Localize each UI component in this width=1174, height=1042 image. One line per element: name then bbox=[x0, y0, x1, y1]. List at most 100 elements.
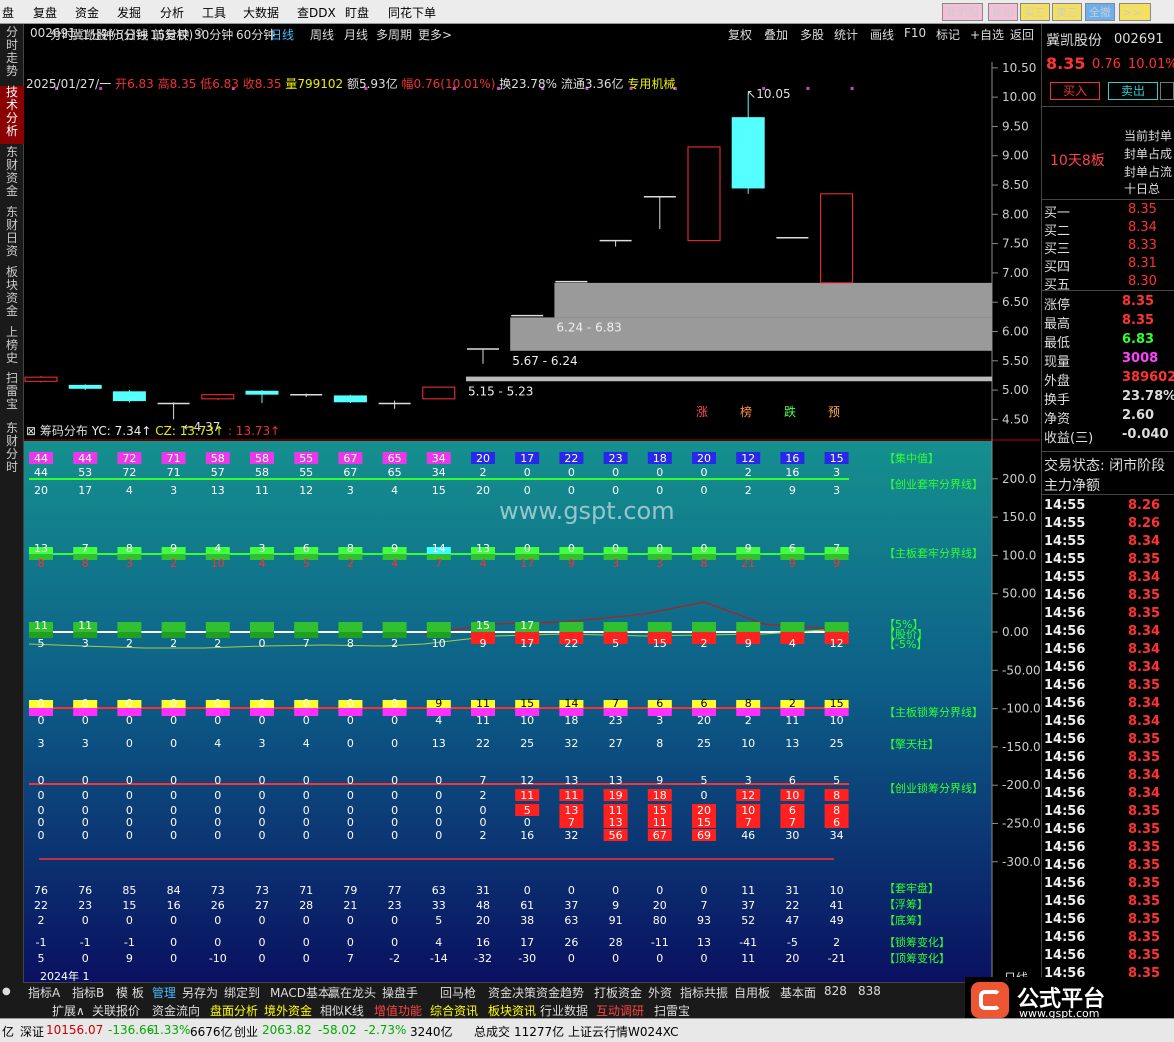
toggle-switch[interactable]: ● bbox=[0, 983, 24, 1018]
period-tab-0[interactable]: 分时 bbox=[50, 26, 74, 43]
bottom-tab[interactable]: 操盘手 bbox=[382, 984, 418, 1001]
expand-icon[interactable] bbox=[1160, 82, 1174, 100]
candle[interactable] bbox=[245, 390, 279, 403]
menu-item[interactable]: 盘 bbox=[2, 4, 14, 21]
menu-item[interactable]: 同花下单 bbox=[388, 4, 436, 21]
bottom-link[interactable]: 综合资讯 bbox=[430, 1002, 478, 1019]
candle[interactable] bbox=[290, 393, 323, 398]
bottom-link[interactable]: 板块资讯 bbox=[488, 1002, 536, 1019]
bottom-tab[interactable]: 指标共振 bbox=[680, 984, 728, 1001]
bottom-tab[interactable]: 另存为 bbox=[182, 984, 218, 1001]
candle[interactable] bbox=[599, 239, 632, 247]
bottom-tab[interactable]: 828 bbox=[824, 984, 847, 998]
tab-sector-fund[interactable]: 板块资金 bbox=[0, 266, 24, 324]
period-tab-1[interactable]: 1分钟 bbox=[82, 26, 114, 43]
bottom-tab[interactable]: 打板资金 bbox=[594, 984, 642, 1001]
tab-intraday[interactable]: 分时走势 bbox=[0, 26, 24, 84]
bottom-tab[interactable]: 基本面 bbox=[780, 984, 816, 1001]
tab-em-minute[interactable]: 东财分时 bbox=[0, 422, 24, 480]
bottom-link[interactable]: 扫雷宝 bbox=[654, 1002, 690, 1019]
tab-billboard[interactable]: 上榜史 bbox=[0, 326, 24, 370]
toolbar-tool-0[interactable]: 复权 bbox=[728, 26, 752, 43]
bottom-tab[interactable]: MACD基本 bbox=[270, 984, 330, 1001]
period-tab-3[interactable]: 15分钟 bbox=[150, 26, 189, 43]
bottom-link[interactable]: 增值功能 bbox=[374, 1002, 422, 1019]
period-tab-4[interactable]: 30分钟 bbox=[194, 26, 233, 43]
period-tab-6[interactable]: 日线 bbox=[270, 26, 294, 43]
candle[interactable] bbox=[687, 146, 721, 242]
menu-item[interactable]: 资金 bbox=[75, 4, 99, 21]
bottom-tab[interactable]: 模 板 bbox=[116, 984, 144, 1001]
candle[interactable] bbox=[68, 384, 102, 391]
sell3-button[interactable]: 卖三 bbox=[1052, 3, 1082, 21]
bottom-link[interactable]: 互动调研 bbox=[596, 1002, 644, 1019]
bottom-tab[interactable]: 自用板 bbox=[734, 984, 770, 1001]
bottom-tab[interactable]: 838 bbox=[858, 984, 881, 998]
candle[interactable] bbox=[643, 195, 676, 229]
menu-item[interactable]: 大数据 bbox=[243, 4, 279, 21]
candle[interactable] bbox=[24, 376, 58, 383]
toolbar-tool-4[interactable]: 画线 bbox=[870, 26, 894, 43]
bottom-tab[interactable]: 绑定到 bbox=[224, 984, 260, 1001]
cloud-quote[interactable]: 上证云行情W024XC bbox=[568, 1023, 679, 1040]
more-button[interactable]: >> bbox=[1119, 3, 1151, 21]
candle[interactable] bbox=[333, 394, 367, 403]
toolbar-tool-3[interactable]: 统计 bbox=[834, 26, 858, 43]
period-tab-8[interactable]: 月线 bbox=[344, 26, 368, 43]
candle[interactable] bbox=[112, 390, 146, 403]
sell-button[interactable]: 卖出 bbox=[1108, 82, 1158, 100]
board-index-button[interactable]: 板指 bbox=[988, 3, 1018, 21]
bottom-tab[interactable]: 指标A bbox=[28, 984, 60, 1001]
toolbar-tool-5[interactable]: F10 bbox=[904, 26, 926, 40]
toolbar-tool-1[interactable]: 叠加 bbox=[764, 26, 788, 43]
menu-item[interactable]: 查DDX bbox=[297, 4, 336, 21]
bottom-tab[interactable]: 指标B bbox=[72, 984, 104, 1001]
menu-item[interactable]: 分析 bbox=[160, 4, 184, 21]
bottom-tab[interactable]: 赢在龙头 bbox=[328, 984, 376, 1001]
menu-item[interactable]: 盯盘 bbox=[345, 4, 369, 21]
bottom-tab[interactable]: 回马枪 bbox=[440, 984, 476, 1001]
lock-change-value: 4 bbox=[435, 936, 442, 949]
bottom-link[interactable]: 关联报价 bbox=[92, 1002, 140, 1019]
bottom-tab[interactable]: 资金趋势 bbox=[536, 984, 584, 1001]
menu-item[interactable]: 复盘 bbox=[33, 4, 57, 21]
tab-technical[interactable]: 技术分析 bbox=[0, 86, 24, 144]
close-icon[interactable]: ⊠ bbox=[26, 424, 36, 438]
toolbar-tool-2[interactable]: 多股 bbox=[800, 26, 824, 43]
period-tab-9[interactable]: 多周期 bbox=[376, 26, 412, 43]
buy-button[interactable]: 买入 bbox=[1050, 82, 1100, 100]
bottom-link[interactable]: 相似K线 bbox=[320, 1002, 364, 1019]
menu-item[interactable]: 工具 bbox=[202, 4, 226, 21]
bottom-tab[interactable]: 管理 bbox=[152, 984, 176, 1001]
tab-em-fund[interactable]: 东财资金 bbox=[0, 146, 24, 204]
candle[interactable] bbox=[201, 394, 235, 401]
bottom-link[interactable]: 盘面分析 bbox=[210, 1002, 258, 1019]
period-tab-10[interactable]: 更多> bbox=[418, 26, 452, 43]
candle[interactable] bbox=[157, 402, 190, 420]
toolbar-tool-8[interactable]: 返回 bbox=[1010, 26, 1034, 43]
candle[interactable] bbox=[378, 400, 411, 409]
bottom-link[interactable]: 资金流向 bbox=[152, 1002, 200, 1019]
bottom-chip-value: 0 bbox=[170, 914, 177, 927]
menu-item[interactable]: 发掘 bbox=[117, 4, 141, 21]
bottom-link[interactable]: 行业数据 bbox=[540, 1002, 588, 1019]
period-tab-7[interactable]: 周线 bbox=[310, 26, 334, 43]
toolbar-tool-6[interactable]: 标记 bbox=[936, 26, 960, 43]
tab-em-daily[interactable]: 东财日资 bbox=[0, 206, 24, 264]
candle[interactable] bbox=[731, 94, 765, 194]
cancel-all-button[interactable]: 全撤 bbox=[1085, 3, 1115, 21]
candle[interactable] bbox=[820, 193, 854, 284]
bottom-tab[interactable]: 资金决策 bbox=[488, 984, 536, 1001]
candle[interactable] bbox=[467, 348, 499, 364]
period-tab-2[interactable]: 5分钟 bbox=[116, 26, 148, 43]
pct5-box bbox=[559, 622, 584, 632]
my-stock-button[interactable]: 我的股 bbox=[942, 3, 983, 21]
buy3-button[interactable]: 买三 bbox=[1020, 3, 1050, 21]
bottom-link[interactable]: 扩展∧ bbox=[52, 1002, 85, 1019]
toolbar-tool-7[interactable]: +自选 bbox=[970, 26, 1004, 43]
cy-lock-value: 11 bbox=[653, 816, 667, 829]
bottom-tab[interactable]: 外资 bbox=[648, 984, 672, 1001]
tab-minesweeper[interactable]: 扫雷宝 bbox=[0, 372, 24, 416]
candle[interactable] bbox=[422, 386, 456, 400]
bottom-link[interactable]: 境外资金 bbox=[264, 1002, 312, 1019]
